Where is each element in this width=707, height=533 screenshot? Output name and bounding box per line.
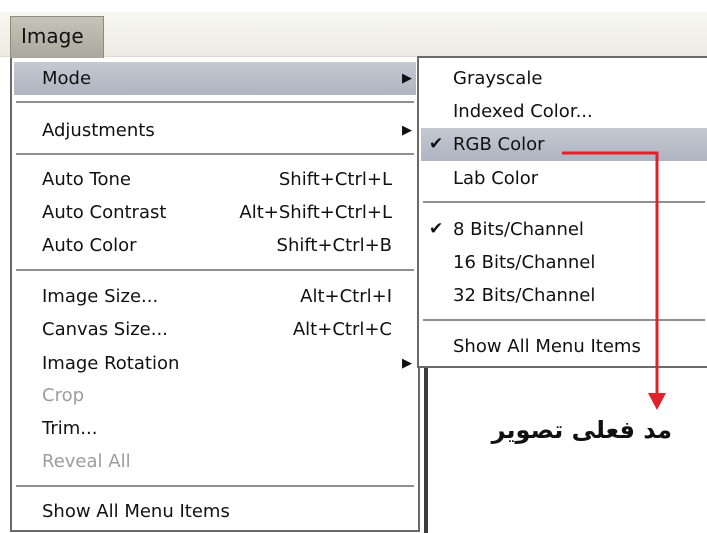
menu-item-label: Crop (42, 385, 85, 406)
menu-item-image-rotation[interactable]: Image Rotation ▶ (14, 347, 416, 380)
menu-item-shortcut: Alt+Ctrl+C (292, 319, 392, 340)
menu-item-label: Canvas Size... (42, 319, 168, 340)
submenu-item-indexed-color[interactable]: Indexed Color... (421, 95, 707, 128)
menu-separator (16, 485, 414, 487)
menu-item-shortcut: Alt+Ctrl+I (300, 286, 392, 307)
submenu-item-label: RGB Color (453, 134, 545, 155)
submenu-item-16-bits[interactable]: 16 Bits/Channel (421, 246, 707, 279)
document-canvas (424, 364, 707, 533)
menu-bar-strip (0, 12, 707, 57)
menu-item-shortcut: Shift+Ctrl+B (276, 235, 392, 256)
menu-item-trim[interactable]: Trim... (14, 412, 416, 445)
menu-separator (16, 101, 414, 103)
image-menu: Mode ▶ Adjustments ▶ Auto Tone Shift+Ctr… (10, 58, 420, 532)
menu-item-auto-color[interactable]: Auto Color Shift+Ctrl+B (14, 229, 416, 262)
submenu-separator (423, 201, 705, 203)
menu-item-mode[interactable]: Mode ▶ (14, 62, 416, 95)
submenu-item-32-bits[interactable]: 32 Bits/Channel (421, 279, 707, 312)
menu-item-adjustments[interactable]: Adjustments ▶ (14, 114, 416, 147)
menu-item-label: Show All Menu Items (42, 501, 230, 522)
image-menu-title[interactable]: Image (10, 16, 104, 60)
submenu-item-show-all[interactable]: Show All Menu Items (421, 330, 707, 363)
submenu-item-label: 16 Bits/Channel (453, 252, 596, 273)
submenu-item-label: Grayscale (453, 68, 543, 89)
checkmark-icon: ✔ (429, 134, 444, 154)
menu-item-canvas-size[interactable]: Canvas Size... Alt+Ctrl+C (14, 313, 416, 346)
mode-submenu: Grayscale Indexed Color... ✔ RGB Color L… (417, 56, 707, 368)
submenu-item-grayscale[interactable]: Grayscale (421, 62, 707, 95)
menu-item-reveal-all: Reveal All (14, 445, 416, 478)
submenu-item-label: Lab Color (453, 168, 539, 189)
menu-item-label: Auto Color (42, 235, 137, 256)
menu-item-show-all[interactable]: Show All Menu Items (14, 495, 416, 528)
menu-item-label: Trim... (42, 418, 98, 439)
annotation-caption: مد فعلی تصویر (491, 416, 672, 444)
menu-separator (16, 269, 414, 271)
submenu-item-lab-color[interactable]: Lab Color (421, 162, 707, 195)
menu-item-label: Image Rotation (42, 353, 180, 374)
menu-item-image-size[interactable]: Image Size... Alt+Ctrl+I (14, 280, 416, 313)
submenu-item-8-bits[interactable]: ✔ 8 Bits/Channel (421, 213, 707, 246)
submenu-arrow-icon: ▶ (402, 123, 412, 138)
menu-item-label: Auto Contrast (42, 202, 167, 223)
menu-item-shortcut: Shift+Ctrl+L (278, 169, 392, 190)
menu-separator (16, 153, 414, 155)
menu-item-label: Adjustments (42, 120, 155, 141)
menu-item-label: Image Size... (42, 286, 159, 307)
menu-item-auto-tone[interactable]: Auto Tone Shift+Ctrl+L (14, 163, 416, 196)
menu-item-shortcut: Alt+Shift+Ctrl+L (239, 202, 392, 223)
checkmark-icon: ✔ (429, 219, 444, 239)
submenu-item-label: Show All Menu Items (453, 336, 641, 357)
menu-item-crop: Crop (14, 379, 416, 412)
menu-item-label: Mode (42, 68, 92, 89)
menu-item-auto-contrast[interactable]: Auto Contrast Alt+Shift+Ctrl+L (14, 196, 416, 229)
menu-item-label: Auto Tone (42, 169, 131, 190)
menu-item-label: Reveal All (42, 451, 131, 472)
submenu-item-rgb-color[interactable]: ✔ RGB Color (421, 128, 707, 161)
submenu-item-label: Indexed Color... (453, 101, 593, 122)
submenu-arrow-icon: ▶ (402, 356, 412, 371)
submenu-separator (423, 319, 705, 321)
submenu-arrow-icon: ▶ (402, 71, 412, 86)
submenu-item-label: 32 Bits/Channel (453, 285, 596, 306)
submenu-item-label: 8 Bits/Channel (453, 219, 584, 240)
menu-bar: Image (0, 0, 707, 62)
